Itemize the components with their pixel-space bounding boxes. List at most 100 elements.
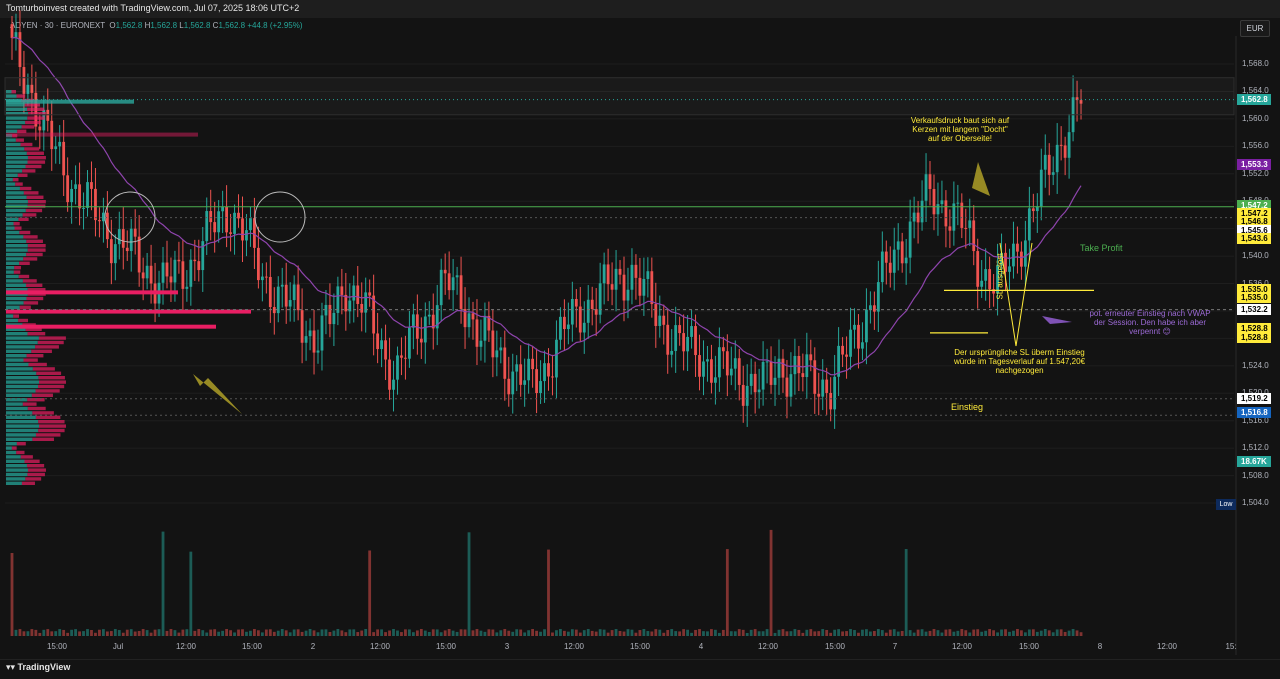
candle-body (777, 358, 781, 378)
volume-profile-up (6, 191, 24, 195)
candle-body (1016, 243, 1019, 252)
candle-body (1043, 154, 1047, 170)
volume-bar (1059, 629, 1063, 636)
volume-profile-down (21, 481, 35, 485)
volume-bar (225, 629, 228, 636)
volume-bar (829, 632, 833, 636)
candle-body (264, 276, 268, 278)
volume-bar (865, 629, 868, 636)
volume-profile-up (6, 151, 27, 155)
price-tick: 1,512.0 (1242, 443, 1269, 453)
candle-body (336, 286, 340, 313)
candle-body (610, 284, 614, 290)
candle-body (316, 350, 320, 353)
volume-bar (853, 630, 856, 636)
volume-bar (324, 629, 328, 636)
candle-body (229, 232, 232, 234)
candle-body (221, 207, 225, 212)
volume-profile-up (6, 142, 21, 147)
volume-bar (1004, 629, 1007, 636)
volume-bar (1008, 631, 1011, 636)
volume-bar (773, 632, 777, 636)
candle-body (400, 355, 403, 358)
volume-profile-down (38, 420, 65, 424)
candle-body (904, 257, 908, 264)
candle-body (586, 299, 590, 323)
candle-body (320, 315, 324, 351)
volume-bar (614, 629, 618, 636)
volume-profile-down (13, 314, 20, 318)
volume-profile-down (24, 147, 40, 151)
candle-body (193, 259, 197, 262)
vwap-line-1: pot. erneuter Einstieg nach VWAP (1089, 309, 1211, 318)
time-tick: 12:00 (951, 642, 973, 651)
volume-profile-down (16, 450, 25, 455)
candle-body (241, 218, 244, 241)
volume-profile-down (26, 464, 45, 468)
volume-profile-up (6, 472, 28, 477)
volume-bar (650, 631, 654, 636)
time-tick: 12:00 (1156, 642, 1178, 651)
candle-body (729, 368, 733, 376)
volume-bar (940, 632, 944, 636)
time-tick: 7 (892, 642, 898, 651)
candle-body (308, 330, 312, 337)
volume-bar (698, 629, 701, 636)
volume-bar (578, 632, 582, 636)
volume-bar (105, 631, 109, 636)
candle-body (141, 272, 145, 279)
volume-bar (332, 630, 336, 636)
volume-profile-down (15, 138, 24, 142)
time-tick: Jul (112, 642, 124, 651)
candle-body (964, 227, 968, 229)
candle-body (1031, 208, 1035, 212)
volume-profile-up (6, 464, 27, 468)
volume-bar (598, 629, 602, 636)
price-tick: 1,524.0 (1242, 360, 1269, 370)
candle-body (785, 377, 789, 397)
volume-profile-down (17, 173, 28, 177)
volume-bar (38, 632, 42, 636)
volume-bar (1071, 629, 1075, 636)
volume-bar (948, 629, 952, 636)
volume-profile-up (6, 164, 26, 169)
candle-body (145, 265, 149, 279)
candle-body (869, 305, 872, 310)
volume-bar (18, 629, 22, 636)
candle-body (976, 251, 980, 287)
tradingview-logo[interactable]: ▾▾ TradingView (6, 662, 70, 673)
volume-bar (833, 629, 837, 636)
candle-body (181, 261, 185, 289)
candle-body (606, 264, 610, 285)
candle-body (411, 314, 415, 328)
candle-body (66, 175, 70, 203)
volume-bar (213, 629, 217, 636)
volume-profile-down (28, 362, 47, 367)
volume-profile-up (6, 230, 20, 235)
candle-body (892, 249, 896, 273)
candle-body (698, 355, 701, 377)
volume-bar (58, 629, 62, 636)
volume-profile-down (14, 266, 21, 270)
volume-bar (10, 553, 14, 636)
candle-body (920, 200, 924, 223)
volume-profile-up (6, 402, 23, 406)
candle-body (58, 141, 62, 147)
candle-body (54, 146, 58, 150)
candle-body (439, 269, 443, 306)
volume-profile-down (38, 384, 65, 389)
candle-body (765, 361, 769, 363)
volume-bar (682, 629, 686, 636)
time-tick: 15:00 (241, 642, 263, 651)
candle-body (396, 355, 399, 380)
volume-bar (209, 629, 213, 636)
volume-profile-up (6, 362, 29, 367)
volume-bar (336, 629, 340, 636)
vwap-line-2: der Session. Den habe ich aber (1093, 318, 1207, 327)
volume-profile-up (6, 182, 16, 186)
candle-body (109, 239, 113, 264)
currency-selector[interactable]: EUR (1240, 20, 1270, 37)
volume-bar (419, 629, 423, 636)
price-tick: 1,508.0 (1242, 470, 1269, 480)
candle-body (662, 315, 666, 325)
